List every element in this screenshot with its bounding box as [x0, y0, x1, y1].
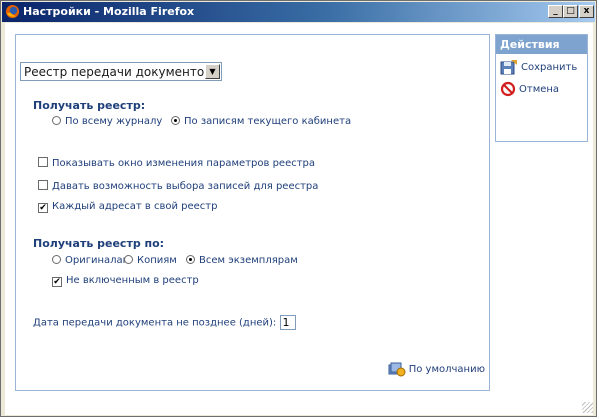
window-title: Настройки - Mozilla Firefox	[23, 5, 195, 18]
actions-header: Действия	[496, 35, 587, 54]
browser-window: Настройки - Mozilla Firefox _ □ x Реестр…	[0, 0, 597, 417]
checkbox-allow-record-selection-label: Давать возможность выбора записей для ре…	[52, 181, 319, 192]
radio-selected-icon[interactable]	[171, 116, 180, 125]
radio-all-instances-label: Всем экземплярам	[199, 255, 298, 266]
checkbox-show-params-window-label: Показывать окно изменения параметров рее…	[52, 158, 316, 169]
checkbox-not-included[interactable]: ✔ Не включенным в реестр	[52, 275, 199, 287]
report-type-select[interactable]: Реестр передачи документов ▼	[20, 62, 222, 81]
save-button-label: Сохранить	[521, 62, 578, 73]
get-registry-title: Получать реестр:	[33, 99, 146, 112]
checkbox-icon[interactable]	[38, 157, 48, 167]
radio-current-cabinet-label: По записям текущего кабинета	[184, 116, 352, 127]
checkbox-each-addressee[interactable]: ✔ Каждый адресат в свой реестр	[38, 201, 217, 213]
default-button-label: По умолчанию	[408, 364, 485, 375]
settings-panel: Реестр передачи документов ▼ Получать ре…	[15, 34, 490, 391]
resize-grip[interactable]	[582, 402, 593, 413]
default-button[interactable]: По умолчанию	[387, 361, 485, 377]
cancel-button-label: Отмена	[519, 84, 560, 95]
radio-whole-journal-label: По всему журналу	[65, 116, 163, 127]
radio-originals-label: Оригиналам	[65, 255, 131, 266]
save-button[interactable]: Сохранить	[500, 59, 577, 75]
radio-copies[interactable]: Копиям	[124, 255, 177, 266]
checkbox-each-addressee-label: Каждый адресат в свой реестр	[52, 201, 218, 212]
radio-current-cabinet[interactable]: По записям текущего кабинета	[171, 116, 351, 127]
radio-icon[interactable]	[52, 255, 61, 264]
firefox-icon	[5, 4, 20, 19]
checkbox-checked-icon[interactable]: ✔	[52, 277, 62, 287]
cancel-button[interactable]: Отмена	[500, 81, 559, 97]
report-type-value: Реестр передачи документов	[24, 65, 212, 79]
radio-copies-label: Копиям	[137, 255, 177, 266]
cancel-icon	[500, 81, 516, 97]
checkbox-show-params-window[interactable]: Показывать окно изменения параметров рее…	[38, 157, 315, 169]
date-field-label: Дата передачи документа не позднее (дней…	[33, 317, 277, 329]
radio-all-instances[interactable]: Всем экземплярам	[186, 255, 298, 266]
close-button[interactable]: x	[579, 5, 594, 18]
save-icon	[500, 60, 517, 75]
checkbox-icon[interactable]	[38, 180, 48, 190]
maximize-button[interactable]: □	[563, 5, 578, 18]
checkbox-not-included-label: Не включенным в реестр	[66, 275, 199, 286]
date-field-row: Дата передачи документа не позднее (дней…	[33, 315, 296, 330]
title-bar[interactable]: Настройки - Mozilla Firefox _ □ x	[2, 2, 595, 22]
get-registry-by-title: Получать реестр по:	[33, 237, 165, 250]
actions-panel: Действия Сохранить Отмена	[495, 34, 588, 142]
dropdown-arrow-icon[interactable]: ▼	[205, 64, 220, 79]
days-input[interactable]: 1	[279, 315, 296, 330]
radio-whole-journal[interactable]: По всему журналу	[52, 116, 162, 127]
radio-icon[interactable]	[52, 116, 61, 125]
checkbox-allow-record-selection[interactable]: Давать возможность выбора записей для ре…	[38, 180, 318, 192]
radio-originals[interactable]: Оригиналам	[52, 255, 130, 266]
radio-icon[interactable]	[124, 255, 133, 264]
radio-selected-icon[interactable]	[186, 255, 195, 264]
reset-default-icon	[388, 362, 406, 377]
minimize-button[interactable]: _	[548, 5, 563, 18]
checkbox-checked-icon[interactable]: ✔	[38, 203, 48, 213]
